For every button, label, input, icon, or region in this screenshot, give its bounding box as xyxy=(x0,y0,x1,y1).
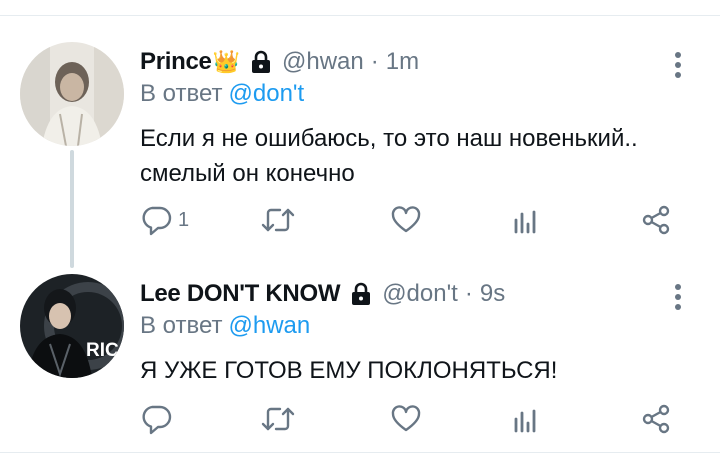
reply-context: В ответ @hwan xyxy=(140,312,310,340)
like-icon xyxy=(391,206,421,233)
retweet-button[interactable] xyxy=(260,200,302,240)
tweet-text-line: смелый он конечно xyxy=(140,160,355,187)
reply-mention-link[interactable]: @don't xyxy=(229,80,305,107)
views-button[interactable] xyxy=(510,200,548,240)
like-icon xyxy=(391,405,421,432)
retweet-button[interactable] xyxy=(260,399,302,439)
top-divider xyxy=(0,15,720,16)
tweet-text: Я УЖЕ ГОТОВ ЕМУ ПОКЛОНЯТЬСЯ! xyxy=(140,353,700,388)
views-button[interactable] xyxy=(510,399,548,439)
like-button[interactable] xyxy=(390,399,428,439)
share-icon xyxy=(642,205,670,235)
tweet-text-line: Если я не ошибаюсь, то это наш новенький… xyxy=(140,125,638,152)
display-name[interactable]: Prince xyxy=(140,48,212,76)
action-bar xyxy=(140,399,700,439)
reply-icon xyxy=(142,405,172,435)
views-icon xyxy=(514,409,536,433)
action-bar: 1 xyxy=(140,200,700,240)
crown-emoji: 👑 xyxy=(212,49,240,74)
share-button[interactable] xyxy=(640,399,672,439)
more-vertical-icon[interactable] xyxy=(668,50,688,80)
handle[interactable]: @don't xyxy=(382,280,458,308)
display-name[interactable]: Lee DON'T KNOW xyxy=(140,280,340,308)
retweet-icon xyxy=(261,208,295,232)
tweet-lee[interactable]: RICA Lee DON'T KNOW @don't · 9s В ответ@… xyxy=(0,262,720,452)
lock-icon xyxy=(350,282,372,306)
reply-prefix: В ответ xyxy=(140,312,223,339)
share-button[interactable] xyxy=(640,200,672,240)
separator-dot: · xyxy=(370,48,379,75)
lock-icon xyxy=(250,50,272,74)
timestamp[interactable]: 1m xyxy=(386,48,419,76)
reply-mention-link[interactable]: @hwan xyxy=(229,312,311,339)
views-icon xyxy=(514,210,536,234)
more-vertical-icon[interactable] xyxy=(668,282,688,312)
reply-context: В ответ @don't xyxy=(140,80,304,108)
bottom-divider xyxy=(0,452,720,453)
tweet-text-line: Я УЖЕ ГОТОВ ЕМУ ПОКЛОНЯТЬСЯ! xyxy=(140,357,558,384)
share-icon xyxy=(642,404,670,434)
separator-dot: · xyxy=(464,280,473,307)
timestamp[interactable]: 9s xyxy=(480,280,505,308)
reply-button[interactable] xyxy=(140,399,178,439)
like-button[interactable] xyxy=(390,200,428,240)
tweet-text: Если я не ошибаюсь, то это наш новенький… xyxy=(140,121,700,191)
avatar-lee[interactable]: RICA xyxy=(20,274,124,378)
retweet-icon xyxy=(261,407,295,431)
reply-count: 1 xyxy=(178,208,190,231)
reply-button[interactable]: 1 xyxy=(140,200,189,240)
tweet-header: Prince 👑 @hwan · 1m xyxy=(140,44,419,80)
tweet-prince[interactable]: Prince 👑 @hwan · 1m В ответ @don't Если я… xyxy=(0,30,720,260)
reply-icon xyxy=(142,206,172,236)
avatar-prince[interactable] xyxy=(20,42,124,146)
tweet-header: Lee DON'T KNOW @don't · 9s xyxy=(140,276,505,312)
handle[interactable]: @hwan xyxy=(282,48,364,76)
avatar-caption: RICA xyxy=(86,340,124,361)
reply-prefix: В ответ xyxy=(140,80,223,107)
